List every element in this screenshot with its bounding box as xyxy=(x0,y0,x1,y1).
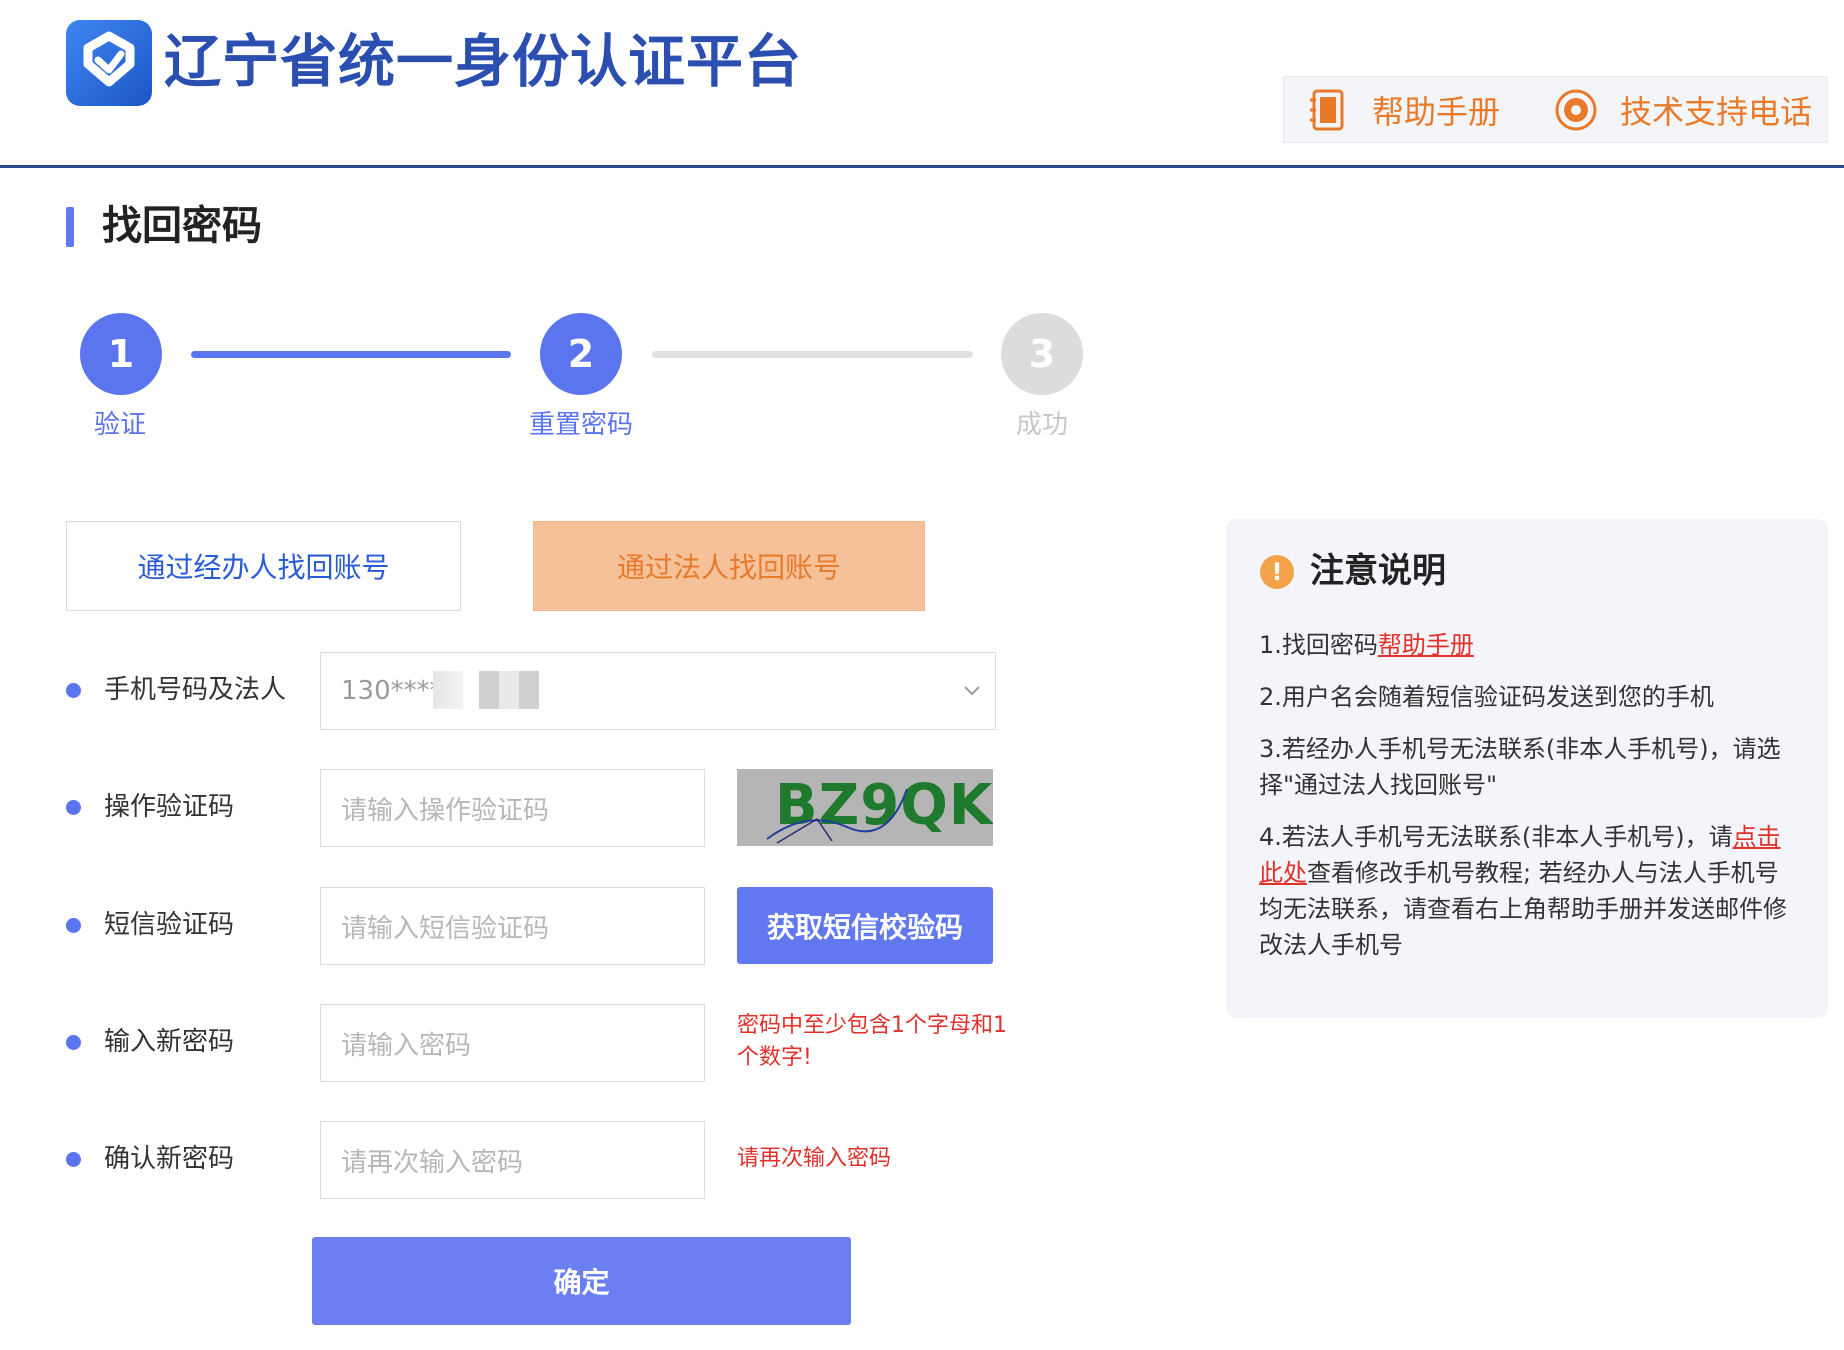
step-2-label: 重置密码 xyxy=(528,410,633,440)
new-password-input[interactable]: 请输入密码 xyxy=(320,1004,705,1082)
phone-label: 手机号码及法人 xyxy=(104,675,287,705)
step-1-label: 验证 xyxy=(93,410,146,440)
notice-item-1-text: 1.找回密码 xyxy=(1259,631,1378,659)
step-1-connector xyxy=(191,351,511,358)
get-sms-code-button[interactable]: 获取短信校验码 xyxy=(737,887,993,964)
notice-list: 1.找回密码帮助手册 2.用户名会随着短信验证码发送到您的手机 3.若经办人手机… xyxy=(1259,627,1799,979)
support-phone-link[interactable]: 技术支持电话 xyxy=(1554,85,1812,135)
confirm-password-hint: 请再次输入密码 xyxy=(737,1146,892,1171)
redacted-mosaic xyxy=(433,671,463,709)
op-code-label: 操作验证码 xyxy=(104,792,235,822)
tab-recover-by-agent[interactable]: 通过经办人找回账号 xyxy=(66,521,461,611)
confirm-password-placeholder: 请再次输入密码 xyxy=(341,1147,524,1178)
phone-legal-select[interactable]: 130**** xyxy=(320,652,996,730)
support-phone-label: 技术支持电话 xyxy=(1620,93,1813,131)
exclamation-icon: ! xyxy=(1260,555,1294,589)
site-title: 辽宁省统一身份认证平台 xyxy=(164,29,802,95)
site-logo[interactable] xyxy=(66,20,152,106)
help-manual-inline-link[interactable]: 帮助手册 xyxy=(1378,631,1474,659)
op-code-input[interactable]: 请输入操作验证码 xyxy=(320,769,705,847)
notice-title: 注意说明 xyxy=(1310,551,1446,591)
help-toolbar: 帮助手册 技术支持电话 xyxy=(1283,76,1828,143)
notice-item-1: 1.找回密码帮助手册 xyxy=(1259,627,1799,663)
phone-row-bullet xyxy=(66,683,81,698)
confirm-password-input[interactable]: 请再次输入密码 xyxy=(320,1121,705,1199)
confirm-button[interactable]: 确定 xyxy=(312,1237,851,1325)
step-2-connector xyxy=(652,351,973,358)
confirm-pwd-row-bullet xyxy=(66,1152,81,1167)
captcha-image[interactable]: BZ9QK xyxy=(737,769,993,846)
op-code-placeholder: 请输入操作验证码 xyxy=(341,795,550,826)
manual-book-icon xyxy=(1306,88,1350,132)
step-3-label: 成功 xyxy=(1015,410,1068,440)
page-title: 找回密码 xyxy=(102,203,262,249)
op-code-row-bullet xyxy=(66,800,81,815)
step-3-circle: 3 xyxy=(1001,313,1083,395)
captcha-noise-lines xyxy=(766,788,908,844)
new-password-hint: 密码中至少包含1个字母和1个数字! xyxy=(737,1013,1007,1070)
notice-panel: ! 注意说明 1.找回密码帮助手册 2.用户名会随着短信验证码发送到您的手机 3… xyxy=(1226,519,1828,1018)
step-1-circle: 1 xyxy=(80,313,162,395)
notice-item-2: 2.用户名会随着短信验证码发送到您的手机 xyxy=(1259,683,1714,711)
notice-item-4-text: 4.若法人手机号无法联系(非本人手机号)，请 xyxy=(1259,823,1733,851)
phone-select-value: 130**** xyxy=(341,676,443,706)
notice-item-4: 4.若法人手机号无法联系(非本人手机号)，请点击此处查看修改手机号教程; 若经办… xyxy=(1259,819,1799,963)
logo-heart-icon xyxy=(83,31,135,87)
new-password-placeholder: 请输入密码 xyxy=(341,1030,472,1061)
sms-code-placeholder: 请输入短信验证码 xyxy=(341,913,550,944)
step-2-circle: 2 xyxy=(540,313,622,395)
chevron-down-icon xyxy=(964,686,980,696)
section-title-bar xyxy=(66,207,74,247)
help-manual-label: 帮助手册 xyxy=(1372,93,1501,131)
new-pwd-label: 输入新密码 xyxy=(104,1027,235,1057)
sms-row-bullet xyxy=(66,918,81,933)
help-manual-link[interactable]: 帮助手册 xyxy=(1306,85,1500,135)
new-pwd-row-bullet xyxy=(66,1035,81,1050)
confirm-pwd-label: 确认新密码 xyxy=(104,1144,235,1174)
tab-recover-by-legal-person[interactable]: 通过法人找回账号 xyxy=(533,521,925,611)
redacted-mosaic xyxy=(479,671,539,709)
support-headset-icon xyxy=(1554,88,1598,132)
sms-label: 短信验证码 xyxy=(104,910,235,940)
notice-item-3: 3.若经办人手机号无法联系(非本人手机号)，请选择"通过法人找回账号" xyxy=(1259,735,1781,799)
sms-code-input[interactable]: 请输入短信验证码 xyxy=(320,887,705,965)
notice-item-4-suffix: 查看修改手机号教程; 若经办人与法人手机号均无法联系，请查看右上角帮助手册并发送… xyxy=(1259,859,1787,959)
page-header: 辽宁省统一身份认证平台 帮助手册 技术支持电话 xyxy=(0,0,1844,168)
